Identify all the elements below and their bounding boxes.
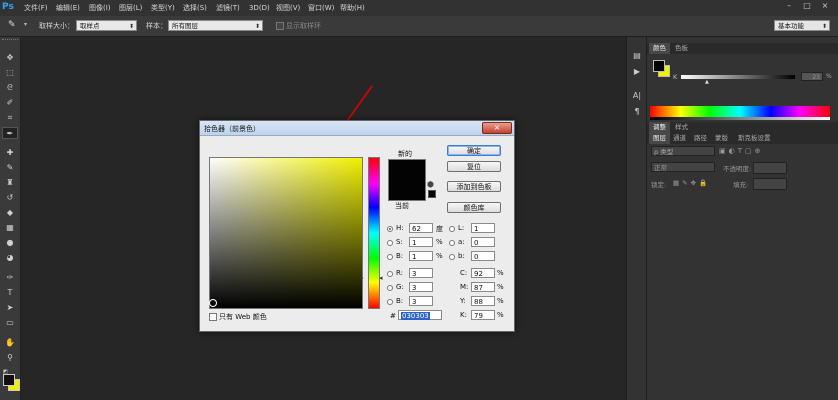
- k-input[interactable]: 79: [471, 310, 495, 320]
- m-unit: %: [497, 283, 504, 291]
- a-label: a:: [458, 238, 465, 246]
- h-radio[interactable]: [387, 226, 393, 232]
- dialog-close-button[interactable]: ×: [482, 122, 512, 134]
- color-field[interactable]: [209, 157, 363, 309]
- g-radio[interactable]: [387, 285, 393, 291]
- h-input[interactable]: 62: [409, 223, 433, 233]
- c-unit: %: [497, 269, 504, 277]
- m-label: M:: [460, 283, 469, 291]
- current-color-label: 当前: [395, 202, 409, 210]
- r-input[interactable]: 3: [409, 268, 433, 278]
- web-only-label: 只有 Web 颜色: [219, 313, 267, 321]
- c-input[interactable]: 92: [471, 268, 495, 278]
- web-safe-swatch-icon[interactable]: [428, 190, 436, 198]
- lab-b-input[interactable]: 0: [471, 251, 495, 261]
- hue-slider-left-arrow-icon[interactable]: ▸: [360, 274, 364, 282]
- h-unit: 度: [436, 225, 443, 233]
- reset-button[interactable]: 复位: [447, 161, 501, 172]
- color-field-picker-circle[interactable]: [209, 299, 217, 307]
- hex-input[interactable]: 030303: [398, 310, 442, 320]
- foreground-color-swatch[interactable]: [3, 374, 15, 386]
- lab-b-label: b:: [458, 252, 465, 260]
- panel-foreground-swatch[interactable]: [653, 60, 665, 72]
- blue-input[interactable]: 3: [409, 296, 433, 306]
- s-radio[interactable]: [387, 240, 393, 246]
- m-input[interactable]: 87: [471, 282, 495, 292]
- current-color-preview[interactable]: [388, 180, 426, 201]
- hex-label: #: [390, 312, 396, 320]
- blue-radio[interactable]: [387, 299, 393, 305]
- r-radio[interactable]: [387, 271, 393, 277]
- lab-b-radio[interactable]: [449, 254, 455, 260]
- color-libraries-button[interactable]: 颜色库: [447, 202, 501, 213]
- a-radio[interactable]: [449, 240, 455, 246]
- dialog-title: 拾色器（前景色）: [204, 125, 260, 133]
- out-of-gamut-cube-icon[interactable]: ⬢: [427, 180, 434, 189]
- dialog-title-bar: 拾色器（前景色） ×: [200, 121, 514, 136]
- y-label: Y:: [460, 297, 466, 305]
- web-only-checkbox[interactable]: [209, 313, 217, 321]
- l-radio[interactable]: [449, 226, 455, 232]
- g-input[interactable]: 3: [409, 282, 433, 292]
- blue-label: B:: [396, 297, 404, 305]
- k-label: K:: [460, 311, 467, 319]
- b-radio[interactable]: [387, 254, 393, 260]
- hue-slider-right-arrow-icon[interactable]: ◂: [379, 274, 383, 282]
- k-unit: %: [497, 311, 504, 319]
- y-input[interactable]: 88: [471, 296, 495, 306]
- new-color-label: 新的: [398, 150, 412, 158]
- r-label: R:: [396, 269, 404, 277]
- l-input[interactable]: 1: [471, 223, 495, 233]
- h-label: H:: [396, 224, 404, 232]
- color-picker-dialog: 拾色器（前景色） × ▸ ◂ 新的 当前 ⬢ 确定 复位 添加到色板 颜色库 H…: [199, 120, 515, 332]
- c-label: C:: [460, 269, 468, 277]
- add-to-swatches-button[interactable]: 添加到色板: [447, 181, 501, 192]
- hue-slider[interactable]: [368, 157, 380, 309]
- a-input[interactable]: 0: [471, 237, 495, 247]
- ok-button[interactable]: 确定: [447, 145, 501, 156]
- s-unit: %: [436, 238, 443, 246]
- l-label: L:: [458, 224, 465, 232]
- b-unit: %: [436, 252, 443, 260]
- y-unit: %: [497, 297, 504, 305]
- b-input[interactable]: 1: [409, 251, 433, 261]
- new-color-preview: [388, 159, 426, 181]
- g-label: G:: [396, 283, 404, 291]
- s-label: S:: [396, 238, 403, 246]
- b-label: B:: [396, 252, 404, 260]
- hex-value-selected: 030303: [401, 312, 430, 320]
- s-input[interactable]: 1: [409, 237, 433, 247]
